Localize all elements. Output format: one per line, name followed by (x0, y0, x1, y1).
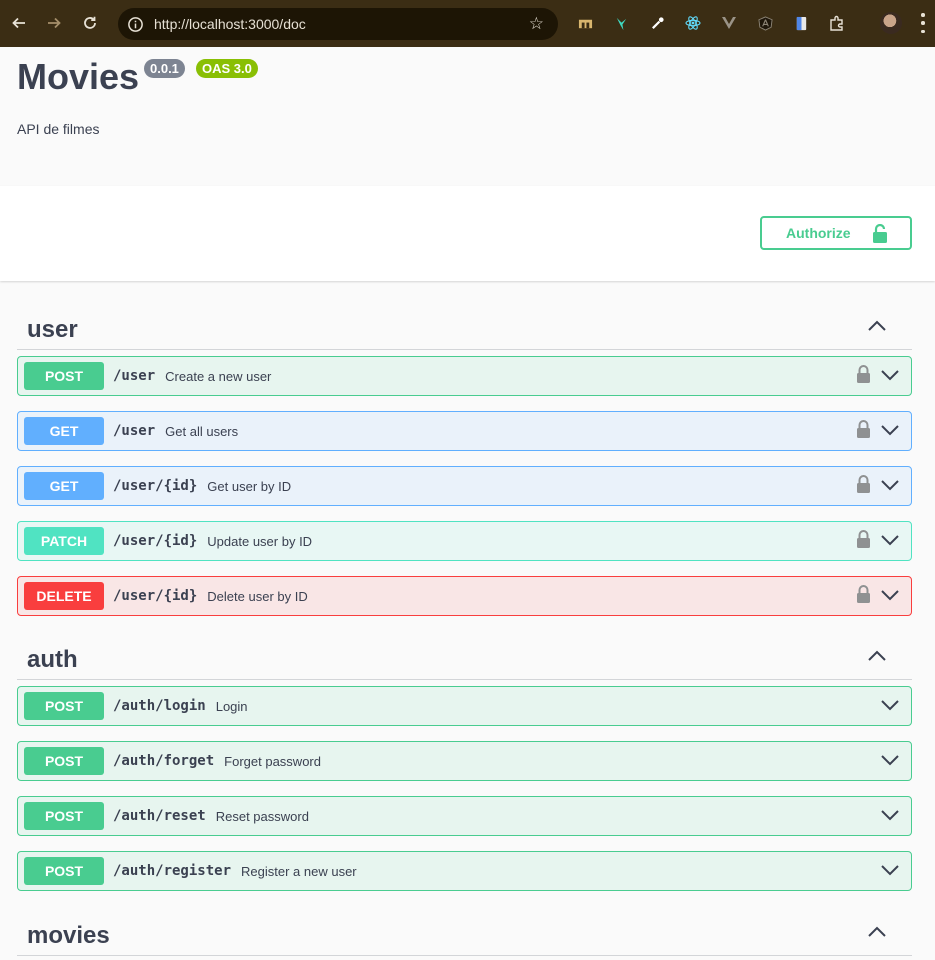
operation-summary: Get user by ID (207, 478, 292, 494)
chevron-down-icon[interactable] (881, 809, 899, 821)
operation-summary: Register a new user (241, 863, 357, 879)
version-badge: 0.0.1 (144, 59, 185, 78)
operation-post-forget[interactable]: POST /auth/forget Forget password (17, 741, 912, 781)
tag-section-movies[interactable]: movies (17, 912, 912, 956)
operation-summary: Get all users (165, 423, 239, 439)
extension-angular-icon[interactable] (756, 14, 774, 32)
browser-menu-icon[interactable] (920, 13, 926, 33)
lock-icon[interactable] (856, 365, 871, 384)
operation-path: /auth/login (113, 698, 206, 714)
tag-section-auth[interactable]: auth (17, 636, 912, 680)
operation-delete-user[interactable]: DELETE /user/{id} Delete user by ID (17, 576, 912, 616)
chevron-down-icon[interactable] (881, 369, 899, 381)
operation-summary: Create a new user (165, 368, 272, 384)
operation-summary: Login (215, 698, 248, 714)
method-badge: POST (24, 692, 104, 720)
operation-post-user[interactable]: POST /user Create a new user (17, 356, 912, 396)
operation-summary: Delete user by ID (207, 588, 308, 604)
operation-path: /user (113, 368, 156, 384)
tag-name: movies (27, 922, 110, 949)
lock-icon[interactable] (856, 475, 871, 494)
chevron-down-icon[interactable] (881, 754, 899, 766)
chevron-up-icon[interactable] (868, 320, 886, 332)
forward-arrow-icon[interactable] (43, 12, 65, 34)
scheme-container: Authorize (0, 186, 935, 281)
method-badge: POST (24, 362, 104, 390)
api-title: Movies (17, 56, 140, 97)
site-info-icon[interactable] (126, 15, 144, 33)
oas-badge: OAS 3.0 (196, 59, 258, 78)
chevron-up-icon[interactable] (868, 650, 886, 662)
chevron-down-icon[interactable] (881, 864, 899, 876)
operation-path: /user/{id} (113, 588, 198, 604)
operation-path: /user/{id} (113, 533, 198, 549)
tag-name: user (27, 316, 78, 343)
chevron-down-icon[interactable] (881, 699, 899, 711)
operation-get-users[interactable]: GET /user Get all users (17, 411, 912, 451)
operation-summary: Forget password (224, 753, 321, 769)
operation-post-register[interactable]: POST /auth/register Register a new user (17, 851, 912, 891)
extensions-puzzle-icon[interactable] (828, 14, 846, 32)
api-info: Movies 0.0.1 OAS 3.0 API de filmes (0, 47, 935, 186)
operation-path: /auth/reset (113, 808, 206, 824)
operation-patch-user[interactable]: PATCH /user/{id} Update user by ID (17, 521, 912, 561)
operation-path: /auth/forget (113, 753, 215, 769)
chevron-down-icon[interactable] (881, 424, 899, 436)
lock-icon[interactable] (856, 420, 871, 439)
method-badge: GET (24, 417, 104, 445)
tag-name: auth (27, 646, 78, 673)
lock-icon[interactable] (856, 530, 871, 549)
bookmark-star-icon[interactable]: ☆ (529, 15, 544, 32)
operation-summary: Reset password (215, 808, 309, 824)
extension-react-icon[interactable] (684, 14, 702, 32)
extension-docs-icon[interactable] (792, 14, 810, 32)
address-bar[interactable]: http://localhost:3000/doc ☆ (118, 8, 558, 40)
extension-eyedropper-icon[interactable] (648, 14, 666, 32)
method-badge: POST (24, 747, 104, 775)
tag-section-user[interactable]: user (17, 306, 912, 350)
authorize-label: Authorize (786, 225, 851, 241)
operation-path: /user (113, 423, 156, 439)
operation-post-login[interactable]: POST /auth/login Login (17, 686, 912, 726)
method-badge: POST (24, 857, 104, 885)
method-badge: DELETE (24, 582, 104, 610)
method-badge: POST (24, 802, 104, 830)
operation-summary: Update user by ID (207, 533, 313, 549)
authorize-button[interactable]: Authorize (760, 216, 912, 250)
method-badge: PATCH (24, 527, 104, 555)
operation-path: /auth/register (113, 863, 232, 879)
profile-avatar[interactable] (880, 12, 902, 34)
extension-bird-icon[interactable] (612, 14, 630, 32)
operation-get-user-by-id[interactable]: GET /user/{id} Get user by ID (17, 466, 912, 506)
reload-icon[interactable] (79, 12, 101, 34)
extension-vue-icon[interactable] (720, 14, 738, 32)
operation-post-reset[interactable]: POST /auth/reset Reset password (17, 796, 912, 836)
operation-path: /user/{id} (113, 478, 198, 494)
lock-icon[interactable] (856, 585, 871, 604)
chevron-down-icon[interactable] (881, 534, 899, 546)
unlock-icon (872, 223, 888, 247)
extension-folder-icon[interactable] (576, 14, 594, 32)
method-badge: GET (24, 472, 104, 500)
url-text: http://localhost:3000/doc (154, 16, 306, 32)
back-arrow-icon[interactable] (8, 12, 30, 34)
chevron-up-icon[interactable] (868, 926, 886, 938)
api-description: API de filmes (17, 121, 100, 137)
browser-toolbar: http://localhost:3000/doc ☆ (0, 0, 935, 47)
chevron-down-icon[interactable] (881, 479, 899, 491)
chevron-down-icon[interactable] (881, 589, 899, 601)
